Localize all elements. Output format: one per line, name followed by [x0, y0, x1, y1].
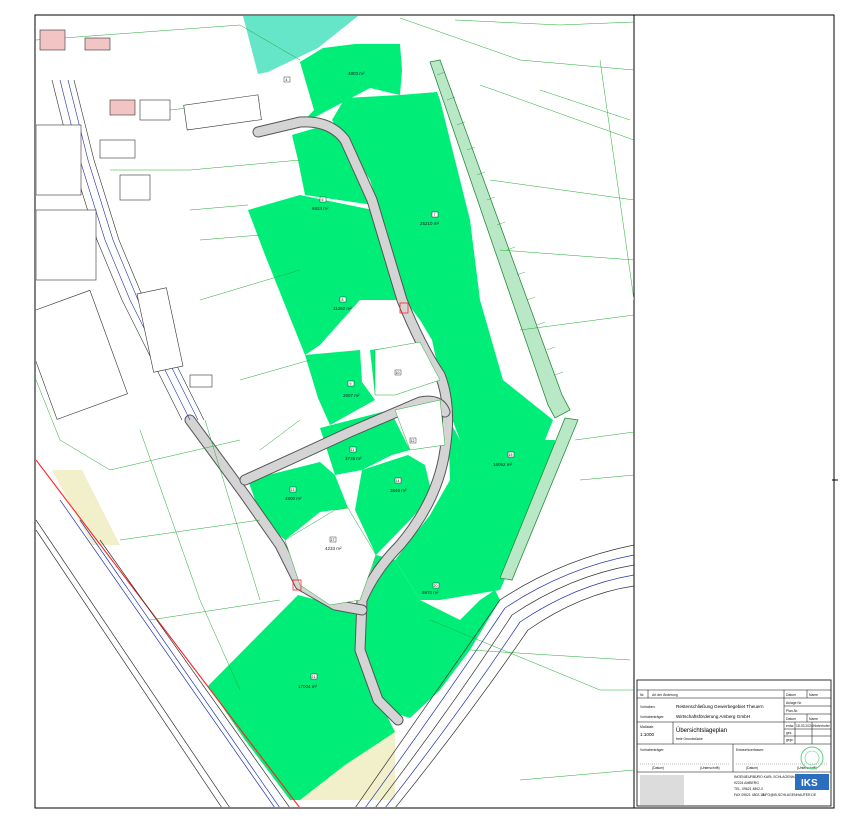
svg-text:14: 14 — [396, 479, 400, 483]
office-city: 92224 AMBERG — [734, 781, 759, 785]
svg-text:12: 12 — [411, 439, 415, 443]
plan-title: Übersichtslageplan — [676, 727, 727, 734]
plot-number: 15 — [507, 451, 515, 458]
plot-number: 20 — [432, 582, 440, 589]
vorhabentraeger-label: Vorhabenträger: — [640, 715, 664, 719]
area-label: 16052 m² — [493, 462, 513, 467]
svg-text:11: 11 — [351, 448, 355, 452]
plan-nr-label: Plan-Nr. — [786, 709, 798, 713]
col-name-2: Name — [809, 717, 818, 721]
title-block: Nr. Art der Änderung Datum Name Vorhaben… — [636, 679, 832, 807]
svg-text:15: 15 — [509, 453, 513, 457]
vorhabentraeger-sig: Vorhabenträger: — [640, 748, 664, 752]
svg-text:10: 10 — [396, 371, 400, 375]
svg-text:7: 7 — [434, 213, 436, 217]
vorhabentraeger: Wirtschaftsförderung Amberg GmbH — [676, 714, 750, 719]
rev-no: Nr. — [640, 693, 644, 697]
gez-label: gez. — [786, 731, 792, 735]
area-label: 11282 m² — [333, 306, 352, 311]
plan-subtitle: freie Grundstücke — [676, 737, 703, 741]
entw-name: Hinterhofer — [813, 724, 831, 728]
svg-text:6: 6 — [322, 198, 324, 202]
area-label: 3846 m² — [390, 488, 407, 493]
svg-text:20: 20 — [434, 584, 438, 588]
plot-number: 8 — [339, 296, 347, 303]
area-label: 3735 m² — [345, 456, 362, 461]
svg-text:8: 8 — [342, 298, 344, 302]
svg-text:IKS: IKS — [801, 778, 818, 789]
svg-text:4: 4 — [286, 78, 288, 82]
svg-text:17: 17 — [331, 538, 335, 542]
plot-number: 14 — [394, 477, 402, 484]
plot-number: 10 — [394, 369, 402, 376]
vorhaben-label: Vorhaben: — [640, 705, 656, 709]
office-mail: INFO@IB-SCHLAGENHAUFER.DE — [762, 793, 817, 797]
vorhaben: Restenschließung Gewerbegebiet Theuern — [676, 704, 764, 709]
office-tel: TEL. 09621 4802-0 — [734, 787, 763, 791]
plot-number: 4 — [283, 76, 291, 83]
col-name: Name — [809, 693, 818, 697]
plot-number: 12 — [409, 437, 417, 444]
area-label: 25210 m² — [420, 221, 440, 226]
datum-1: (Datum) — [652, 766, 664, 770]
office-logo: IKS — [795, 774, 829, 790]
entw-label: entw. — [786, 724, 794, 728]
massstab-label: Maßstab: — [640, 725, 654, 729]
plan-sheet: 4803 m² 6824 m² 25210 m² 11282 m² 2607 m… — [0, 0, 849, 817]
area-label: 4803 m² — [348, 71, 365, 76]
plot-number: 21 — [310, 673, 318, 680]
area-label: 4800 m² — [285, 496, 302, 501]
gepr-label: gepr. — [786, 738, 794, 742]
office-fax: FAX 09621 4802-13 — [734, 793, 764, 797]
svg-text:21: 21 — [312, 675, 316, 679]
svg-text:13: 13 — [291, 488, 295, 492]
entwurfsverfasser-sig: Entwurfsverfasser: — [736, 748, 764, 752]
plot-number: 13 — [289, 486, 297, 493]
plot-number: 7 — [431, 211, 439, 218]
anlage-label: Anlage Nr. — [786, 701, 802, 705]
datum-2: (Datum) — [746, 766, 758, 770]
site-plan-map[interactable]: 4803 m² 6824 m² 25210 m² 11282 m² 2607 m… — [0, 0, 849, 817]
col-date-2: Datum — [786, 717, 796, 721]
plot-number: 11 — [349, 446, 357, 453]
plot-number: 6 — [319, 196, 327, 203]
entw-date: 18.03.2024 — [796, 724, 813, 728]
area-label: 2607 m² — [343, 393, 360, 398]
area-label: 4233 m² — [325, 546, 342, 551]
plot-number: 9 — [347, 380, 355, 387]
area-label: 17004 m² — [298, 684, 318, 689]
massstab: 1:1000 — [640, 732, 654, 737]
area-label: 6824 m² — [312, 206, 329, 211]
rev-type: Art der Änderung — [652, 693, 678, 697]
svg-text:9: 9 — [350, 382, 352, 386]
area-label: 5970 m² — [422, 590, 439, 595]
office-stamp-area — [640, 775, 684, 805]
col-date: Datum — [786, 693, 796, 697]
plot-number: 17 — [329, 536, 337, 543]
unterschrift-1: (Unterschrift) — [700, 766, 720, 770]
